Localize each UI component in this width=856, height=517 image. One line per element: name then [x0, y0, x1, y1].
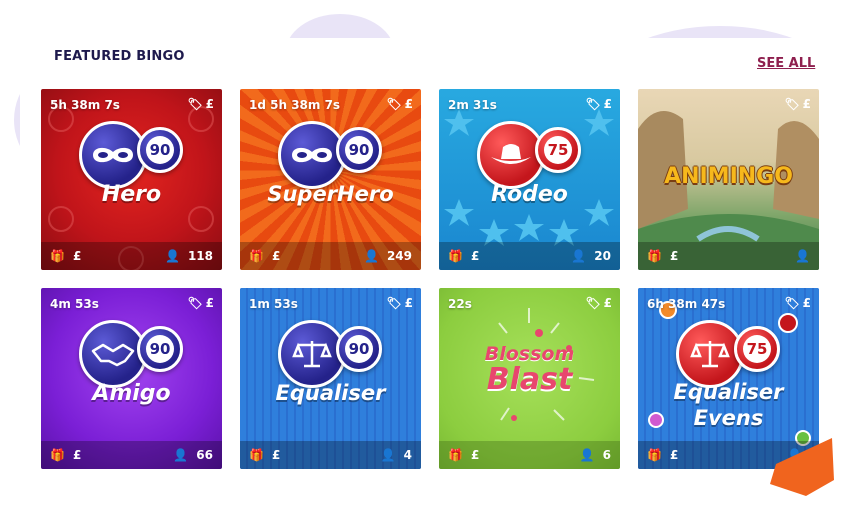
bingo-ball-number: 75 [734, 326, 780, 372]
ball-number: 90 [345, 136, 373, 164]
ticket-price: 🏷 £ [784, 97, 811, 111]
mask-icon [93, 147, 133, 163]
scales-icon [292, 341, 332, 368]
player-count: 249 [386, 249, 412, 263]
gift-icon: 🎁 [448, 448, 463, 462]
ticket-price: 🏷 £ [386, 97, 413, 111]
card-footer: 🎁 £ 👤 118 [41, 242, 222, 270]
gift-icon: 🎁 [448, 249, 463, 263]
ball-number: 90 [146, 136, 174, 164]
card-footer: 🎁 £ 👤 4 [240, 441, 421, 469]
card-title-line2: Blast [486, 362, 573, 397]
decorative-corner-shape [770, 438, 834, 496]
player-count: 20 [594, 249, 611, 263]
ticket-price: 🏷 £ [585, 97, 612, 111]
player-icon: 👤 [571, 249, 587, 263]
ball-number: 90 [146, 335, 174, 363]
card-timer: 5h 38m 7s [50, 98, 120, 112]
ticket-icon: 🏷 [784, 97, 800, 111]
card-title: SuperHero [267, 182, 394, 206]
ball-number: 75 [743, 335, 771, 363]
scales-icon [690, 341, 730, 368]
player-icon: 👤 [579, 448, 595, 462]
card-title-line1: Equaliser [673, 380, 784, 404]
ticket-icon: 🏷 [784, 296, 800, 310]
gift-icon: 🎁 [647, 448, 662, 462]
ticket-icon: 🏷 [187, 97, 203, 111]
game-card-equaliser[interactable]: 1m 53s 🏷 £ 90 Equaliser 🎁 £ 👤 4 [240, 288, 421, 469]
player-count: 4 [403, 448, 412, 462]
game-card-animingo[interactable]: 🏷 £ ANIMINGO 🎁 £ 👤 [638, 89, 819, 270]
card-timer: 1m 53s [249, 297, 298, 311]
see-all-link[interactable]: SEE ALL [757, 56, 815, 71]
ball-number: 90 [345, 335, 373, 363]
card-title: Hero [101, 182, 162, 207]
card-footer: 🎁 £ 👤 20 [439, 242, 620, 270]
card-timer: 1d 5h 38m 7s [249, 98, 341, 112]
game-card-hero[interactable]: 5h 38m 7s 🏷 £ 90 Hero 🎁 £ 👤 118 [41, 89, 222, 270]
card-footer: 🎁 £ 👤 249 [240, 242, 421, 270]
bingo-ball-number: 75 [535, 127, 581, 173]
gift-icon: 🎁 [249, 448, 264, 462]
ticket-price: 🏷 £ [585, 296, 612, 310]
card-timer: 4m 53s [50, 297, 99, 311]
player-icon: 👤 [173, 448, 189, 462]
player-count: 6 [602, 448, 611, 462]
ball-number: 75 [544, 136, 572, 164]
card-timer: 2m 31s [448, 98, 497, 112]
card-title: ANIMINGO [664, 164, 793, 189]
ticket-icon: 🏷 [585, 97, 601, 111]
handshake-icon [91, 343, 135, 367]
game-card-blossom-blast[interactable]: 22s 🏷 £ Blossom Blast 🎁 £ 👤 6 [439, 288, 620, 469]
player-icon: 👤 [795, 249, 810, 263]
player-icon: 👤 [363, 249, 379, 263]
player-count: 66 [196, 448, 213, 462]
game-card-rodeo[interactable]: 2m 31s 🏷 £ 75 Rodeo 🎁 £ 👤 20 [439, 89, 620, 270]
ticket-icon: 🏷 [386, 296, 402, 310]
gift-icon: 🎁 [249, 249, 264, 263]
card-footer: 🎁 £ 👤 6 [439, 441, 620, 469]
card-timer: 6h 38m 47s [647, 297, 726, 311]
card-title: Equaliser [275, 381, 386, 405]
player-icon: 👤 [164, 249, 180, 263]
card-title-line2: Evens [693, 406, 764, 430]
ticket-price: 🏷 £ [784, 296, 811, 310]
card-footer: 🎁 £ 👤 66 [41, 441, 222, 469]
bingo-ball-number: 90 [137, 127, 183, 173]
card-title: Amigo [92, 381, 171, 406]
bingo-ball-number: 90 [336, 326, 382, 372]
mask-icon [292, 147, 332, 163]
bingo-ball-number: 90 [137, 326, 183, 372]
ticket-icon: 🏷 [585, 296, 601, 310]
gift-icon: 🎁 [50, 249, 65, 263]
bingo-ball-number: 90 [336, 127, 382, 173]
ticket-icon: 🏷 [386, 97, 402, 111]
player-icon: 👤 [380, 448, 396, 462]
player-count: 118 [187, 249, 213, 263]
card-footer: 🎁 £ 👤 [638, 242, 819, 270]
gift-icon: 🎁 [50, 448, 65, 462]
card-timer: 22s [448, 297, 472, 311]
ticket-icon: 🏷 [187, 296, 203, 310]
card-title: Rodeo [491, 182, 568, 207]
ticket-price: 🏷 £ [187, 296, 214, 310]
section-title: FEATURED BINGO [54, 49, 185, 64]
ticket-price: 🏷 £ [187, 97, 214, 111]
ticket-price: 🏷 £ [386, 296, 413, 310]
cowboy-hat-icon [491, 144, 531, 164]
game-card-amigo[interactable]: 4m 53s 🏷 £ 90 Amigo 🎁 £ 👤 66 [41, 288, 222, 469]
game-card-superhero[interactable]: 1d 5h 38m 7s 🏷 £ 90 SuperHero 🎁 £ 👤 249 [240, 89, 421, 270]
gift-icon: 🎁 [647, 249, 662, 263]
